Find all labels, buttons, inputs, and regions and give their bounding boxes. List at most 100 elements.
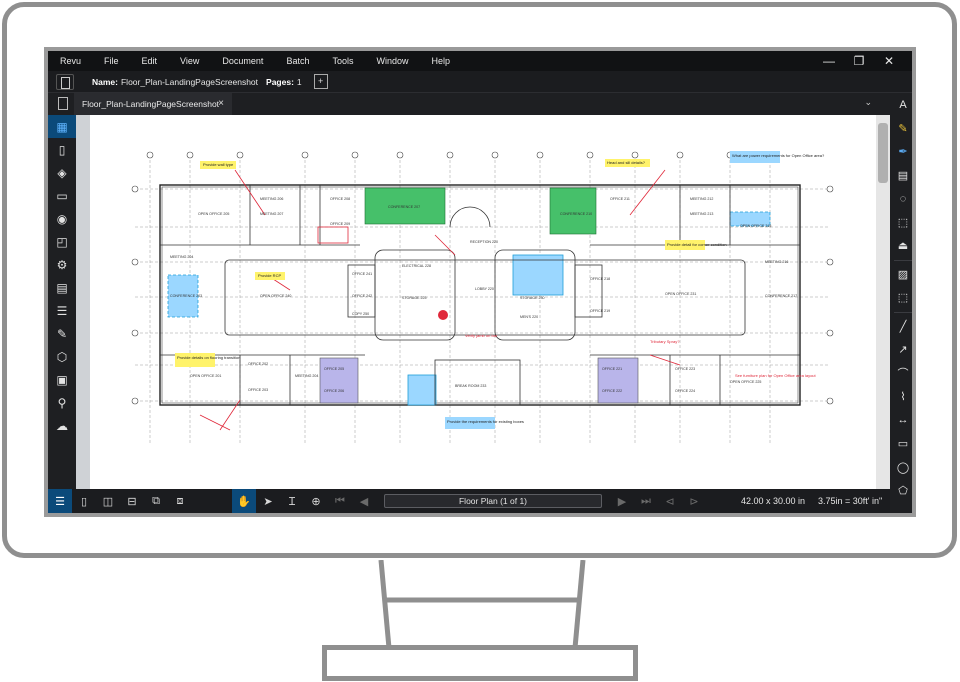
polyline-icon[interactable]: ⌇ bbox=[890, 385, 912, 409]
room-label: MEETING 216 bbox=[765, 260, 788, 264]
menu-window[interactable]: Window bbox=[376, 56, 408, 66]
last-page-icon[interactable]: ⏭ bbox=[634, 489, 658, 513]
dimension-icon[interactable]: ↔ bbox=[890, 409, 912, 433]
next-view-icon[interactable]: ⊳ bbox=[682, 489, 706, 513]
menu-help[interactable]: Help bbox=[431, 56, 450, 66]
callout-icon[interactable]: ⬚ bbox=[890, 211, 912, 235]
studio-icon[interactable]: ▣ bbox=[48, 368, 76, 391]
arrow-icon[interactable]: ↗ bbox=[890, 338, 912, 362]
document-tab-title: Floor_Plan-LandingPageScreenshot bbox=[82, 99, 220, 109]
cloud-icon[interactable]: ☁ bbox=[48, 414, 76, 437]
note-furniture-plan[interactable]: See furniture plan for Open Office area … bbox=[735, 373, 817, 378]
document-canvas[interactable]: Provide wall type Provide RCP Provide de… bbox=[76, 115, 876, 489]
window-controls: — ❐ ✕ bbox=[814, 51, 904, 71]
room-label: MEETING 204 bbox=[170, 255, 193, 259]
tab-close-icon[interactable]: × bbox=[218, 93, 224, 115]
room-label: OFFICE 203 bbox=[248, 388, 268, 392]
menu-revu[interactable]: Revu bbox=[60, 56, 81, 66]
restore-button[interactable]: ❐ bbox=[844, 54, 874, 68]
previous-page-icon[interactable]: ◀ bbox=[352, 489, 376, 513]
zoom-icon[interactable]: ⊕ bbox=[304, 489, 328, 513]
select-tool-icon[interactable]: ➤ bbox=[256, 489, 280, 513]
menu-edit[interactable]: Edit bbox=[142, 56, 158, 66]
room-label: OFFICE 224 bbox=[675, 389, 695, 393]
next-page-icon[interactable]: ▶ bbox=[610, 489, 634, 513]
text-box-icon[interactable]: A bbox=[890, 93, 912, 117]
highlight-icon[interactable]: ✎ bbox=[890, 117, 912, 141]
thumbnails-icon[interactable]: ▦ bbox=[48, 115, 76, 138]
note-spray[interactable]: Tributary Spray? bbox=[650, 339, 680, 344]
split-vertical-icon[interactable]: ◫ bbox=[96, 489, 120, 513]
monitor-stand-neck bbox=[378, 560, 586, 648]
document-list-icon[interactable] bbox=[58, 97, 68, 110]
note-rcp[interactable]: Provide RCP bbox=[258, 273, 281, 278]
menu-batch[interactable]: Batch bbox=[286, 56, 309, 66]
ellipse-icon[interactable]: ◯ bbox=[890, 456, 912, 480]
search-icon[interactable]: ⚲ bbox=[48, 391, 76, 414]
room-label: OFFICE 202 bbox=[248, 362, 268, 366]
arc-icon[interactable]: ⌒ bbox=[890, 362, 912, 386]
minimize-button[interactable]: — bbox=[814, 54, 844, 68]
pen-icon[interactable]: ✒ bbox=[890, 140, 912, 164]
note-verify-jamb[interactable]: Verify jamb on bar bbox=[465, 333, 498, 338]
select-text-icon[interactable]: Ɪ bbox=[280, 489, 304, 513]
signatures-icon[interactable]: ✎ bbox=[48, 322, 76, 345]
toolchest-icon[interactable]: ▭ bbox=[48, 184, 76, 207]
page-scale[interactable]: 3.75in = 30ft' in" bbox=[818, 496, 882, 506]
revu-window: Revu File Edit View Document Batch Tools… bbox=[44, 47, 916, 517]
note-existing-boxes[interactable]: Provide the requirements for existing bo… bbox=[447, 419, 524, 424]
list-view-icon[interactable]: ☰ bbox=[48, 489, 72, 513]
room-label: OFFICE 242 bbox=[352, 294, 372, 298]
single-page-icon[interactable]: ▯ bbox=[72, 489, 96, 513]
signature-stamp-icon[interactable]: ⏏ bbox=[890, 234, 912, 258]
vertical-scrollbar[interactable] bbox=[876, 115, 890, 489]
stamp-icon[interactable]: ▤ bbox=[890, 164, 912, 188]
room-label: CONFERENCE 210 bbox=[560, 212, 592, 216]
menu-view[interactable]: View bbox=[180, 56, 199, 66]
note-corner-detail[interactable]: Provide detail for corner condition bbox=[667, 242, 727, 247]
note-flooring[interactable]: Provide details on flooring transition bbox=[177, 355, 240, 360]
menu-file[interactable]: File bbox=[104, 56, 119, 66]
menu-document[interactable]: Document bbox=[222, 56, 263, 66]
note-wall-type[interactable]: Provide wall type bbox=[203, 162, 234, 167]
compare-icon[interactable]: ⧈ bbox=[168, 489, 192, 513]
previous-view-icon[interactable]: ⊲ bbox=[658, 489, 682, 513]
page-dimensions[interactable]: 42.00 x 30.00 in bbox=[741, 496, 805, 506]
polygon-icon[interactable]: ⬠ bbox=[890, 479, 912, 503]
room-label: OPEN OFFICE 231 bbox=[665, 292, 696, 296]
rectangle-icon[interactable]: ▭ bbox=[890, 432, 912, 456]
split-horizontal-icon[interactable]: ⊟ bbox=[120, 489, 144, 513]
markups-list-icon[interactable]: ☰ bbox=[48, 299, 76, 322]
room-label: RECEPTION 220 bbox=[470, 240, 498, 244]
room-label: OFFICE 208 bbox=[330, 197, 350, 201]
first-page-icon[interactable]: ⏮ bbox=[328, 489, 352, 513]
name-value[interactable]: Floor_Plan-LandingPageScreenshot bbox=[121, 77, 258, 87]
document-tab[interactable]: Floor_Plan-LandingPageScreenshot × bbox=[74, 93, 232, 115]
note-head-sill[interactable]: Head and sill details? bbox=[607, 160, 646, 165]
image-icon[interactable]: ▨ bbox=[890, 263, 912, 287]
document-menu-icon[interactable] bbox=[56, 73, 74, 90]
room-label: OPEN OFFICE 205 bbox=[198, 212, 229, 216]
measurements-icon[interactable]: ▤ bbox=[48, 276, 76, 299]
add-page-icon[interactable]: + bbox=[313, 74, 328, 89]
cloud-markup-icon[interactable]: ◌ bbox=[890, 187, 912, 211]
bookmarks-icon[interactable]: ▯ bbox=[48, 138, 76, 161]
menu-tools[interactable]: Tools bbox=[332, 56, 353, 66]
sync-icon[interactable]: ⧉ bbox=[144, 489, 168, 513]
scrollbar-thumb[interactable] bbox=[878, 123, 888, 183]
pan-tool-icon[interactable]: ✋ bbox=[232, 489, 256, 513]
room-label: OFFICE 219 bbox=[590, 309, 610, 313]
line-icon[interactable]: ╱ bbox=[890, 315, 912, 339]
tags-icon[interactable]: ⬡ bbox=[48, 345, 76, 368]
room-label: OFFICE 241 bbox=[352, 272, 372, 276]
snapshot-icon[interactable]: ⬚ bbox=[890, 286, 912, 310]
chevron-down-icon[interactable]: ⌄ bbox=[864, 97, 872, 108]
properties-icon[interactable]: ⚙ bbox=[48, 253, 76, 276]
note-power-requirements[interactable]: What are power requirements for Open Off… bbox=[732, 153, 825, 158]
layers-icon[interactable]: ◈ bbox=[48, 161, 76, 184]
room-label: MEETING 204 bbox=[295, 374, 318, 378]
file-access-icon[interactable]: ◰ bbox=[48, 230, 76, 253]
page-navigation-field[interactable]: Floor Plan (1 of 1) bbox=[384, 494, 602, 508]
places-icon[interactable]: ◉ bbox=[48, 207, 76, 230]
close-button[interactable]: ✕ bbox=[874, 54, 904, 68]
